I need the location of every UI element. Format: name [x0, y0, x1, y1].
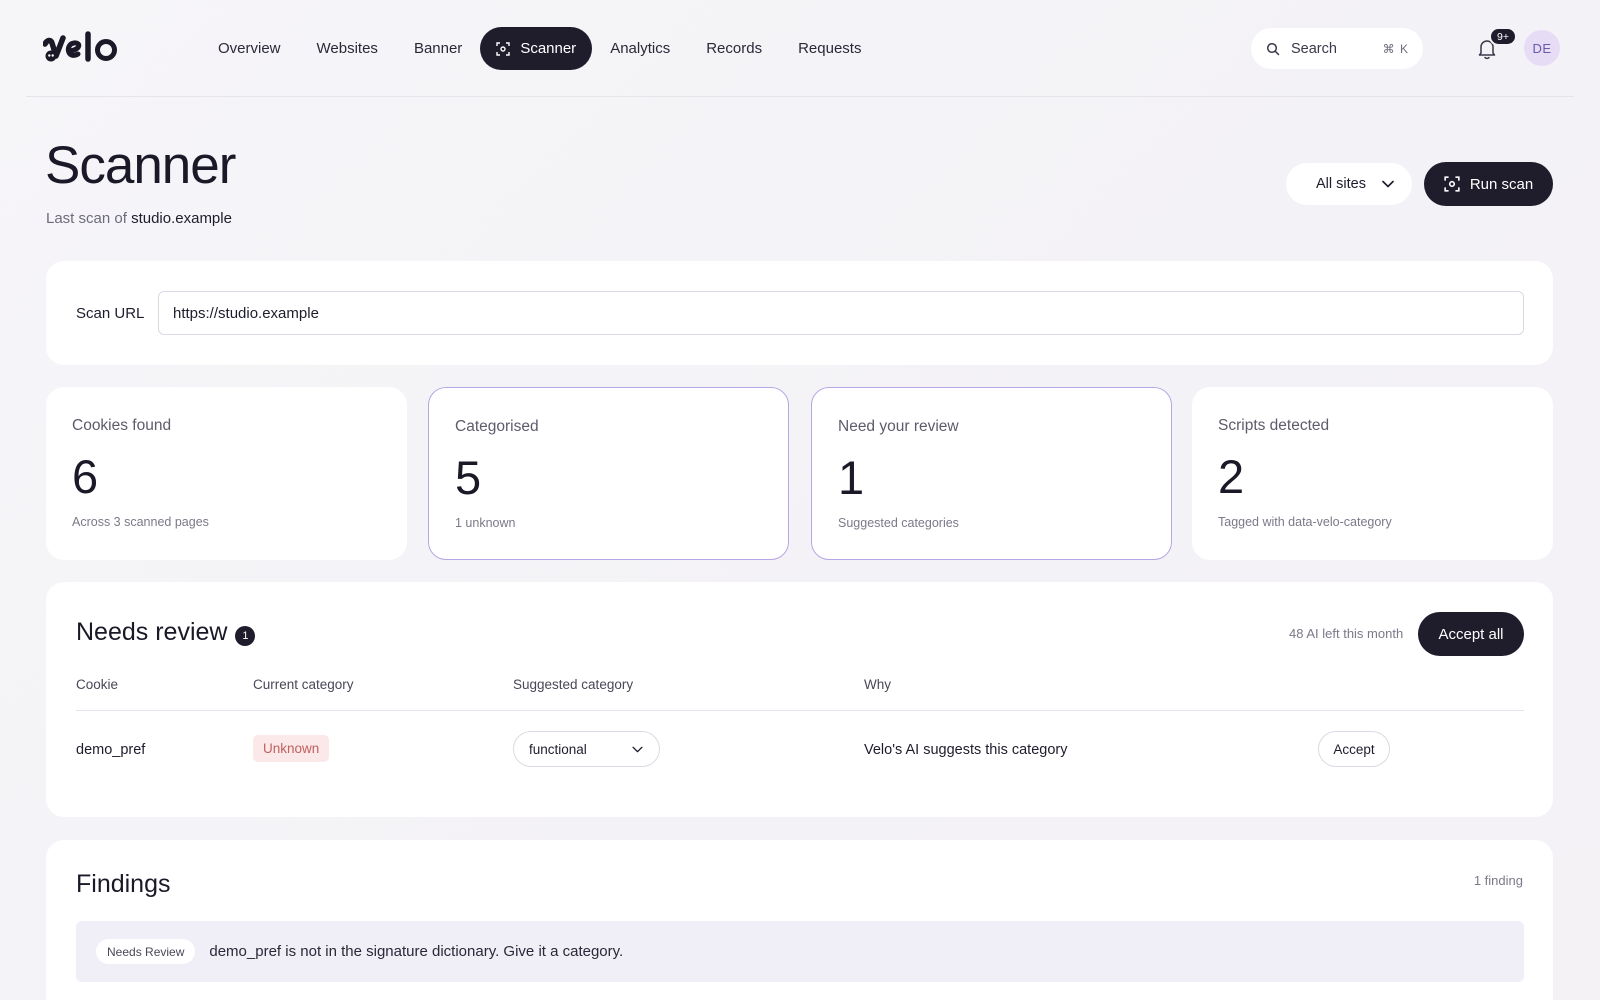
finding-tag: Needs Review [96, 939, 196, 964]
nav-scanner[interactable]: Scanner [480, 27, 593, 70]
nav-links: Overview Websites Banner Scanner Analyti… [200, 27, 879, 70]
finding-text: demo_pref is not in the signature dictio… [209, 943, 624, 960]
needs-review-title: Needs review 1 [76, 618, 256, 647]
subtitle-prefix: Last scan of [46, 210, 127, 227]
stat-label: Need your review [838, 418, 959, 435]
chevron-down-icon [1382, 180, 1394, 188]
run-scan-button[interactable]: Run scan [1424, 162, 1553, 206]
search-label: Search [1291, 40, 1337, 57]
column-header-cookie: Cookie [76, 677, 119, 692]
notification-badge: 9+ [1489, 27, 1517, 46]
sites-select[interactable]: All sites [1286, 163, 1412, 205]
stat-label: Cookies found [72, 417, 172, 434]
suggested-category-value: functional [529, 741, 587, 757]
needs-review-count-badge: 1 [235, 625, 256, 646]
nav-scanner-label: Scanner [520, 40, 577, 57]
accept-all-button[interactable]: Accept all [1418, 612, 1524, 656]
table-divider [76, 710, 1524, 711]
stat-note: Across 3 scanned pages [72, 515, 209, 529]
stat-cookies-found: Cookies found 6 Across 3 scanned pages [46, 387, 407, 560]
nav-overview[interactable]: Overview [200, 27, 299, 70]
page-title: Scanner [45, 136, 236, 195]
stat-note: 1 unknown [455, 516, 516, 530]
stat-need-review: Need your review 1 Suggested categories [811, 387, 1172, 560]
stat-label: Scripts detected [1218, 417, 1330, 434]
column-header-suggested: Suggested category [513, 677, 634, 692]
needs-review-heading: Needs review [76, 618, 228, 646]
search-button[interactable]: Search ⌘ K [1251, 28, 1423, 69]
stat-label: Categorised [455, 418, 539, 435]
column-header-current: Current category [253, 677, 354, 692]
stat-categorised: Categorised 5 1 unknown [428, 387, 789, 560]
stat-value: 1 [838, 451, 865, 504]
finding-item: Needs Review demo_pref is not in the sig… [76, 921, 1524, 982]
stat-value: 5 [455, 451, 482, 504]
scan-url-label: Scan URL [76, 305, 145, 322]
accept-button[interactable]: Accept [1318, 731, 1390, 767]
velo-logo[interactable] [43, 30, 127, 64]
scan-icon [496, 41, 511, 56]
findings-count: 1 finding [1473, 873, 1523, 888]
stat-value: 2 [1218, 450, 1245, 503]
nav-analytics[interactable]: Analytics [592, 27, 688, 70]
findings-title: Findings [76, 870, 171, 898]
sites-select-value: All sites [1316, 176, 1366, 192]
stat-scripts-detected: Scripts detected 2 Tagged with data-velo… [1192, 387, 1553, 560]
nav-records[interactable]: Records [688, 27, 780, 70]
column-header-why: Why [864, 677, 891, 692]
ai-quota-text: 48 AI left this month [1289, 626, 1404, 641]
stat-note: Tagged with data-velo-category [1218, 515, 1392, 529]
needs-review-card: Needs review 1 48 AI left this month Acc… [46, 582, 1553, 817]
stat-value: 6 [72, 450, 99, 503]
nav-banner[interactable]: Banner [396, 27, 480, 70]
subtitle-site: studio.example [131, 210, 232, 227]
scan-icon [1444, 176, 1460, 192]
cookie-name: demo_pref [76, 742, 146, 758]
page-subtitle: Last scan of studio.example [46, 210, 232, 227]
nav-websites[interactable]: Websites [299, 27, 396, 70]
run-scan-label: Run scan [1469, 175, 1534, 193]
stat-note: Suggested categories [838, 516, 959, 530]
findings-card: Findings 1 finding Needs Review demo_pre… [46, 840, 1553, 1000]
chevron-down-icon [632, 746, 643, 752]
search-icon [1266, 42, 1280, 56]
nav-requests[interactable]: Requests [780, 27, 879, 70]
suggested-category-select[interactable]: functional [513, 731, 660, 767]
scan-url-card: Scan URL [46, 261, 1553, 365]
avatar[interactable]: DE [1524, 30, 1560, 66]
search-shortcut: ⌘ K [1382, 41, 1409, 56]
scan-url-input[interactable] [158, 291, 1524, 335]
suggestion-reason: Velo's AI suggests this category [864, 742, 1068, 758]
current-category-badge: Unknown [253, 735, 330, 762]
